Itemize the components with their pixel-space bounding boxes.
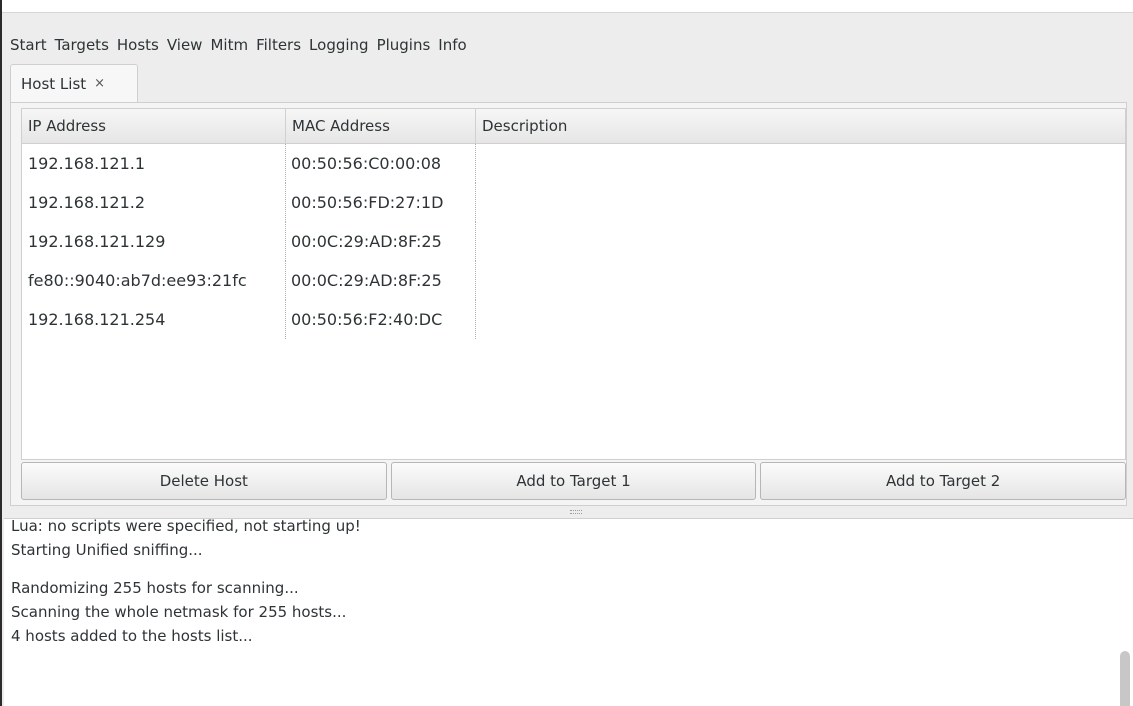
ettercap-window: Start Targets Hosts View Mitm Filters Lo… bbox=[0, 0, 1133, 706]
column-header-ip[interactable]: IP Address bbox=[22, 109, 286, 143]
host-actions: Delete Host Add to Target 1 Add to Targe… bbox=[21, 462, 1127, 500]
menu-start[interactable]: Start bbox=[10, 36, 53, 54]
table-row[interactable]: fe80::9040:ab7d:ee93:21fc 00:0C:29:AD:8F… bbox=[22, 261, 1125, 300]
table-row[interactable]: 192.168.121.2 00:50:56:FD:27:1D bbox=[22, 183, 1125, 222]
add-to-target-1-button[interactable]: Add to Target 1 bbox=[390, 462, 757, 500]
cell-description bbox=[476, 144, 1125, 183]
table-row[interactable]: 192.168.121.254 00:50:56:F2:40:DC bbox=[22, 300, 1125, 339]
cell-ip: 192.168.121.2 bbox=[22, 183, 286, 222]
menu-info[interactable]: Info bbox=[438, 36, 472, 54]
cell-mac: 00:50:56:C0:00:08 bbox=[286, 144, 476, 183]
log-line: Lua: no scripts were specified, not star… bbox=[11, 518, 361, 535]
menu-hosts[interactable]: Hosts bbox=[117, 36, 165, 54]
tab-strip: Host List × bbox=[10, 64, 1125, 102]
column-header-description[interactable]: Description bbox=[476, 109, 1125, 143]
menu-mitm[interactable]: Mitm bbox=[210, 36, 254, 54]
menu-view[interactable]: View bbox=[167, 36, 209, 54]
cell-ip: 192.168.121.129 bbox=[22, 222, 286, 261]
log-line: 4 hosts added to the hosts list... bbox=[11, 627, 253, 645]
menu-plugins[interactable]: Plugins bbox=[377, 36, 437, 54]
add-to-target-2-button[interactable]: Add to Target 2 bbox=[760, 462, 1127, 500]
table-header: IP Address MAC Address Description bbox=[22, 109, 1125, 144]
menu-targets[interactable]: Targets bbox=[55, 36, 115, 54]
close-icon[interactable]: × bbox=[94, 76, 105, 91]
cell-mac: 00:0C:29:AD:8F:25 bbox=[286, 261, 476, 300]
tab-host-list[interactable]: Host List × bbox=[10, 64, 138, 102]
cell-mac: 00:50:56:F2:40:DC bbox=[286, 300, 476, 339]
log-console: Lua: no scripts were specified, not star… bbox=[4, 518, 1133, 706]
cell-ip: fe80::9040:ab7d:ee93:21fc bbox=[22, 261, 286, 300]
host-table: IP Address MAC Address Description 192.1… bbox=[21, 108, 1126, 460]
tab-host-list-label: Host List bbox=[21, 74, 87, 93]
cell-description bbox=[476, 183, 1125, 222]
table-row[interactable]: 192.168.121.129 00:0C:29:AD:8F:25 bbox=[22, 222, 1125, 261]
cell-mac: 00:50:56:FD:27:1D bbox=[286, 183, 476, 222]
cell-ip: 192.168.121.1 bbox=[22, 144, 286, 183]
log-lines: Lua: no scripts were specified, not star… bbox=[11, 518, 1113, 648]
cell-description bbox=[476, 300, 1125, 339]
cell-description bbox=[476, 222, 1125, 261]
cell-mac: 00:0C:29:AD:8F:25 bbox=[286, 222, 476, 261]
scrollbar-thumb[interactable] bbox=[1120, 651, 1130, 706]
host-list-panel: IP Address MAC Address Description 192.1… bbox=[10, 102, 1127, 506]
table-row[interactable]: 192.168.121.1 00:50:56:C0:00:08 bbox=[22, 144, 1125, 183]
splitter-grip-icon[interactable] bbox=[570, 510, 582, 514]
menu-logging[interactable]: Logging bbox=[309, 36, 375, 54]
title-strip bbox=[2, 0, 1133, 12]
log-line: Starting Unified sniffing... bbox=[11, 541, 203, 559]
delete-host-button[interactable]: Delete Host bbox=[21, 462, 387, 500]
cell-description bbox=[476, 261, 1125, 300]
log-scrollbar[interactable] bbox=[1117, 519, 1133, 706]
column-header-mac[interactable]: MAC Address bbox=[286, 109, 476, 143]
cell-ip: 192.168.121.254 bbox=[22, 300, 286, 339]
menu-bar: Start Targets Hosts View Mitm Filters Lo… bbox=[2, 12, 1133, 64]
log-line: Randomizing 255 hosts for scanning... bbox=[11, 579, 299, 597]
log-line: Scanning the whole netmask for 255 hosts… bbox=[11, 603, 347, 621]
menu-filters[interactable]: Filters bbox=[256, 36, 307, 54]
pane-splitter[interactable] bbox=[10, 506, 1127, 518]
